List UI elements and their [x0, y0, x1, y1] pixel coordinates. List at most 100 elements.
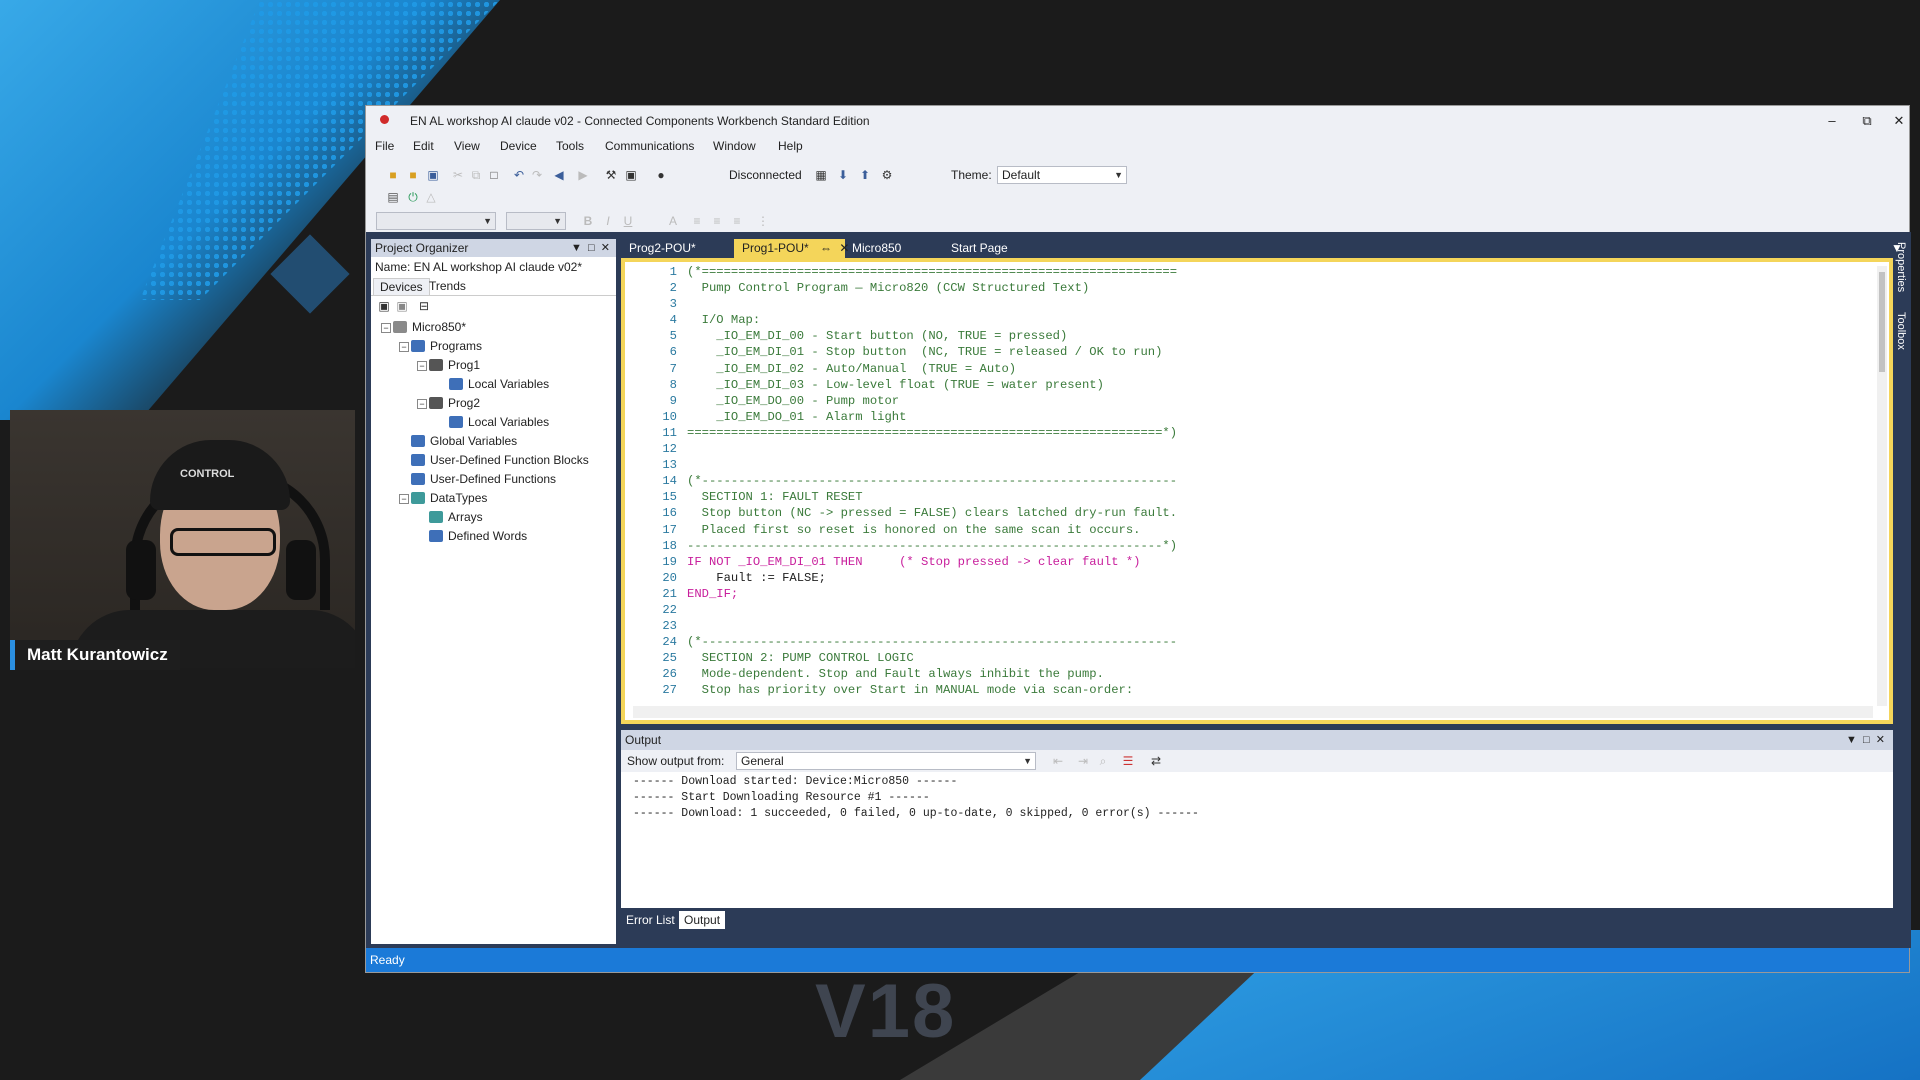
build-icon[interactable]: ▦ — [814, 168, 828, 182]
code-editor[interactable]: 1 (*=====================================… — [621, 258, 1893, 724]
menu-communications[interactable]: Communications — [605, 139, 694, 153]
tab-properties[interactable]: Properties — [1895, 242, 1907, 292]
restore-button[interactable]: ⧉ — [1856, 110, 1878, 132]
tree-node-defined-words[interactable]: Defined Words — [429, 527, 527, 545]
panel-controls[interactable]: ▼ □ ✕ — [571, 239, 610, 257]
code-line[interactable]: 19 IF NOT _IO_EM_DI_01 THEN (* Stop press… — [633, 554, 1873, 570]
code-line[interactable]: 2 Pump Control Program — Micro820 (CCW S… — [633, 280, 1873, 296]
code-line[interactable]: 25 SECTION 2: PUMP CONTROL LOGIC — [633, 650, 1873, 666]
warning-icon[interactable]: △ — [424, 190, 438, 204]
align-left-icon[interactable]: ≡ — [690, 214, 704, 228]
clear-all-icon[interactable]: ☰ — [1121, 754, 1135, 768]
align-right-icon[interactable]: ≡ — [730, 214, 744, 228]
wrench-icon[interactable]: ⚒ — [604, 168, 618, 182]
word-wrap-icon[interactable]: ⇄ — [1149, 754, 1163, 768]
navigate-back-icon[interactable]: ◀ — [552, 168, 566, 182]
expand-all-icon[interactable]: ⊟ — [417, 299, 431, 313]
font-size-select[interactable]: ▼ — [506, 212, 566, 230]
italic-icon[interactable]: I — [601, 214, 615, 228]
scrollbar-thumb[interactable] — [1879, 272, 1885, 372]
menu-view[interactable]: View — [454, 139, 480, 153]
pin-icon[interactable]: ⇔ — [820, 241, 832, 255]
tree-node-datatypes[interactable]: DataTypes — [411, 489, 487, 507]
code-line[interactable]: 4 I/O Map: — [633, 312, 1873, 328]
code-line[interactable]: 20 Fault := FALSE; — [633, 570, 1873, 586]
tree-node-prog1[interactable]: Prog1 — [429, 356, 480, 374]
code-line[interactable]: 16 Stop button (NC -> pressed = FALSE) c… — [633, 505, 1873, 521]
code-line[interactable]: 18 --------------------------------------… — [633, 538, 1873, 554]
project-icon[interactable]: ▤ — [386, 190, 400, 204]
tree-expander[interactable]: − — [399, 342, 409, 352]
tab-error-list[interactable]: Error List — [621, 911, 680, 929]
tab-micro850[interactable]: Micro850 — [844, 239, 909, 258]
tree-node-arrays[interactable]: Arrays — [429, 508, 483, 526]
tree-node-prog2-local-variables[interactable]: Local Variables — [449, 413, 549, 431]
font-family-select[interactable]: ▼ — [376, 212, 496, 230]
go-to-previous-icon[interactable]: ⇤ — [1051, 754, 1065, 768]
power-icon[interactable]: ⏻ — [406, 190, 420, 204]
bold-icon[interactable]: B — [581, 214, 595, 228]
upload-icon[interactable]: ⬆ — [858, 168, 872, 182]
align-center-icon[interactable]: ≡ — [710, 214, 724, 228]
add-device-icon[interactable]: ▣ — [377, 299, 391, 313]
open-project-icon[interactable]: ■ — [406, 168, 420, 182]
theme-select[interactable]: Default ▼ — [997, 166, 1127, 184]
tree-node-prog2[interactable]: Prog2 — [429, 394, 480, 412]
find-icon[interactable]: ⌕ — [1096, 754, 1110, 768]
tree-node-micro850[interactable]: Micro850* — [393, 318, 466, 336]
tab-output[interactable]: Output — [679, 911, 726, 929]
menu-help[interactable]: Help — [778, 139, 803, 153]
code-line[interactable]: 1 (*=====================================… — [633, 264, 1873, 280]
code-line[interactable]: 11 ======================================… — [633, 425, 1873, 441]
font-color-icon[interactable]: A — [666, 214, 680, 228]
tree-expander[interactable]: − — [417, 361, 427, 371]
output-source-select[interactable]: General ▼ — [736, 752, 1036, 770]
tree-node-user-defined-functions[interactable]: User-Defined Functions — [411, 470, 556, 488]
redo-icon[interactable]: ↷ — [530, 168, 544, 182]
tree-expander[interactable]: − — [381, 323, 391, 333]
download-icon[interactable]: ⬇ — [836, 168, 850, 182]
code-line[interactable]: 13 — [633, 457, 1873, 473]
editor-horizontal-scrollbar[interactable] — [633, 706, 1873, 718]
code-line[interactable]: 8 _IO_EM_DI_03 - Low-level float (TRUE =… — [633, 377, 1873, 393]
code-line[interactable]: 10 _IO_EM_DO_01 - Alarm light — [633, 409, 1873, 425]
connect-icon[interactable]: ● — [654, 168, 668, 182]
code-line[interactable]: 23 — [633, 618, 1873, 634]
menu-edit[interactable]: Edit — [413, 139, 434, 153]
connection-status[interactable]: Disconnected — [729, 168, 802, 182]
tab-toolbox[interactable]: Toolbox — [1895, 312, 1907, 350]
code-line[interactable]: 26 Mode-dependent. Stop and Fault always… — [633, 666, 1873, 682]
tab-prog1-pou[interactable]: Prog1-POU* ⇔ ✕ — [734, 239, 849, 258]
paste-icon[interactable]: □ — [487, 168, 501, 182]
navigate-forward-icon[interactable]: ▶ — [576, 168, 590, 182]
code-line[interactable]: 6 _IO_EM_DI_01 - Stop button (NC, TRUE =… — [633, 344, 1873, 360]
menu-device[interactable]: Device — [500, 139, 537, 153]
code-line[interactable]: 24 (*------------------------------------… — [633, 634, 1873, 650]
remove-device-icon[interactable]: ▣ — [395, 299, 409, 313]
tab-start-page[interactable]: Start Page — [943, 239, 1016, 258]
tree-expander[interactable]: − — [417, 399, 427, 409]
code-line[interactable]: 21 END_IF; — [633, 586, 1873, 602]
panel-controls[interactable]: ▼ □ ✕ — [1846, 730, 1885, 750]
minimize-button[interactable]: ‒ — [1821, 110, 1843, 132]
tab-devices[interactable]: Devices — [373, 278, 430, 295]
save-icon[interactable]: ▣ — [426, 168, 440, 182]
open-folder-icon[interactable]: ■ — [386, 168, 400, 182]
tree-expander[interactable]: − — [399, 494, 409, 504]
copy-icon[interactable]: ⧉ — [469, 168, 483, 182]
menu-window[interactable]: Window — [713, 139, 756, 153]
editor-vertical-scrollbar[interactable] — [1877, 266, 1887, 706]
tab-trends[interactable]: Trends — [423, 278, 472, 294]
tree-node-global-variables[interactable]: Global Variables — [411, 432, 517, 450]
code-line[interactable]: 15 SECTION 1: FAULT RESET — [633, 489, 1873, 505]
code-line[interactable]: 7 _IO_EM_DI_02 - Auto/Manual (TRUE = Aut… — [633, 361, 1873, 377]
tree-node-programs[interactable]: Programs — [411, 337, 482, 355]
close-button[interactable]: ✕ — [1888, 110, 1910, 132]
code-line[interactable]: 12 — [633, 441, 1873, 457]
code-line[interactable]: 5 _IO_EM_DI_00 - Start button (NO, TRUE … — [633, 328, 1873, 344]
toolbox-icon[interactable]: ▣ — [624, 168, 638, 182]
menu-file[interactable]: File — [375, 139, 394, 153]
code-line[interactable]: 14 (*------------------------------------… — [633, 473, 1873, 489]
code-line[interactable]: 9 _IO_EM_DO_00 - Pump motor — [633, 393, 1873, 409]
go-to-next-icon[interactable]: ⇥ — [1076, 754, 1090, 768]
